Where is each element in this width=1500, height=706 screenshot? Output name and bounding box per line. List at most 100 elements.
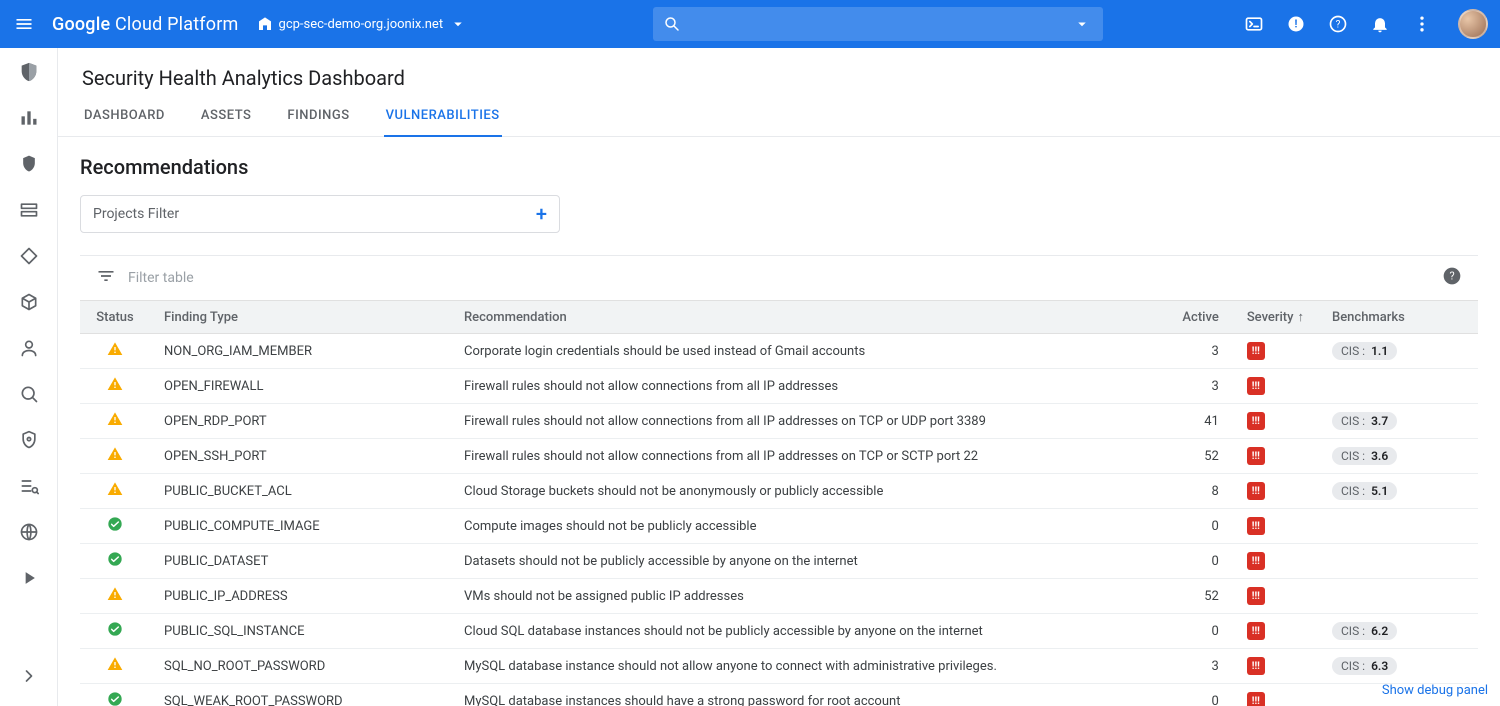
table-row[interactable]: SQL_WEAK_ROOT_PASSWORDMySQL database ins… — [80, 684, 1478, 706]
col-status[interactable]: Status — [80, 301, 150, 334]
help-icon[interactable]: ? — [1442, 266, 1462, 290]
cube-icon[interactable] — [17, 290, 41, 314]
severity-badge: !!! — [1247, 377, 1265, 395]
dashboard-icon[interactable] — [17, 106, 41, 130]
col-active[interactable]: Active — [1153, 301, 1233, 334]
benchmark-cell — [1318, 509, 1478, 544]
severity-badge: !!! — [1247, 482, 1265, 500]
severity-badge: !!! — [1247, 342, 1265, 360]
brand-text: Cloud Platform — [115, 14, 239, 35]
status-cell — [80, 334, 150, 369]
severity-badge: !!! — [1247, 692, 1265, 706]
recommendation-cell: MySQL database instances should have a s… — [450, 684, 1153, 706]
col-recommendation[interactable]: Recommendation — [450, 301, 1153, 334]
status-cell — [80, 439, 150, 474]
benchmark-cell: CIS : 1.1 — [1318, 334, 1478, 369]
finding-type-cell: SQL_NO_ROOT_PASSWORD — [150, 649, 450, 684]
benchmark-cell: CIS : 3.7 — [1318, 404, 1478, 439]
plus-icon[interactable]: + — [536, 202, 547, 226]
help-icon[interactable]: ? — [1326, 12, 1350, 36]
recommendation-cell: Compute images should not be publicly ac… — [450, 509, 1153, 544]
table-row[interactable]: PUBLIC_DATASETDatasets should not be pub… — [80, 544, 1478, 579]
col-benchmarks[interactable]: Benchmarks — [1318, 301, 1478, 334]
search-icon — [663, 15, 681, 33]
shield-icon[interactable] — [17, 60, 41, 84]
finding-type-cell: PUBLIC_IP_ADDRESS — [150, 579, 450, 614]
col-severity[interactable]: Severity↑ — [1233, 301, 1318, 334]
page-title: Security Health Analytics Dashboard — [58, 48, 1500, 96]
table-row[interactable]: PUBLIC_IP_ADDRESSVMs should not be assig… — [80, 579, 1478, 614]
recommendation-cell: VMs should not be assigned public IP add… — [450, 579, 1153, 614]
severity-badge: !!! — [1247, 517, 1265, 535]
severity-badge: !!! — [1247, 657, 1265, 675]
kms-icon[interactable] — [17, 428, 41, 452]
menu-icon[interactable] — [12, 12, 36, 36]
finding-type-cell: SQL_WEAK_ROOT_PASSWORD — [150, 684, 450, 706]
table-filter-bar: Filter table ? — [80, 256, 1478, 300]
finding-type-cell: PUBLIC_SQL_INSTANCE — [150, 614, 450, 649]
play-icon[interactable] — [17, 566, 41, 590]
svg-text:?: ? — [1336, 19, 1341, 30]
user-icon[interactable] — [17, 336, 41, 360]
severity-cell: !!! — [1233, 334, 1318, 369]
alert-icon[interactable]: ! — [1284, 12, 1308, 36]
filter-list-icon[interactable] — [96, 266, 116, 290]
table-row[interactable]: PUBLIC_COMPUTE_IMAGECompute images shoul… — [80, 509, 1478, 544]
tab-findings[interactable]: FINDINGS — [285, 96, 351, 136]
section-title: Recommendations — [80, 155, 1478, 179]
table-row[interactable]: OPEN_FIREWALLFirewall rules should not a… — [80, 369, 1478, 404]
account-avatar[interactable] — [1458, 9, 1488, 39]
project-picker[interactable]: gcp-sec-demo-org.joonix.net — [257, 15, 474, 33]
globe-icon[interactable] — [17, 520, 41, 544]
severity-badge: !!! — [1247, 622, 1265, 640]
col-finding-type[interactable]: Finding Type — [150, 301, 450, 334]
notifications-icon[interactable] — [1368, 12, 1392, 36]
recommendation-cell: Cloud Storage buckets should not be anon… — [450, 474, 1153, 509]
status-cell — [80, 579, 150, 614]
active-count-cell: 41 — [1153, 404, 1233, 439]
scan-icon[interactable] — [17, 382, 41, 406]
projects-filter-label: Projects Filter — [93, 206, 179, 222]
table-filter-input[interactable]: Filter table — [128, 270, 194, 286]
status-cell — [80, 474, 150, 509]
cloud-shell-icon[interactable] — [1242, 12, 1266, 36]
table-row[interactable]: PUBLIC_SQL_INSTANCECloud SQL database in… — [80, 614, 1478, 649]
gcp-top-bar: Google Cloud Platform gcp-sec-demo-org.j… — [0, 0, 1500, 48]
projects-filter[interactable]: Projects Filter + — [80, 195, 560, 233]
debug-panel-link[interactable]: Show debug panel — [1382, 683, 1488, 698]
more-icon[interactable] — [1410, 12, 1434, 36]
finding-type-cell: OPEN_FIREWALL — [150, 369, 450, 404]
search-scope-dropdown[interactable] — [1071, 15, 1093, 33]
recommendation-cell: Firewall rules should not allow connecti… — [450, 439, 1153, 474]
severity-cell: !!! — [1233, 614, 1318, 649]
brand-logo[interactable]: Google Cloud Platform — [52, 14, 239, 35]
tab-vulnerabilities[interactable]: VULNERABILITIES — [384, 96, 502, 137]
finding-type-cell: OPEN_RDP_PORT — [150, 404, 450, 439]
active-count-cell: 3 — [1153, 369, 1233, 404]
status-cell — [80, 614, 150, 649]
benchmark-cell: CIS : 5.1 — [1318, 474, 1478, 509]
storage-icon[interactable] — [17, 198, 41, 222]
table-row[interactable]: NON_ORG_IAM_MEMBERCorporate login creden… — [80, 334, 1478, 369]
table-row[interactable]: PUBLIC_BUCKET_ACLCloud Storage buckets s… — [80, 474, 1478, 509]
benchmark-chip: CIS : 6.3 — [1332, 657, 1397, 675]
table-row[interactable]: OPEN_SSH_PORTFirewall rules should not a… — [80, 439, 1478, 474]
table-row[interactable]: SQL_NO_ROOT_PASSWORDMySQL database insta… — [80, 649, 1478, 684]
finding-type-cell: PUBLIC_BUCKET_ACL — [150, 474, 450, 509]
severity-badge: !!! — [1247, 447, 1265, 465]
svg-text:?: ? — [1449, 269, 1454, 282]
diamond-icon[interactable] — [17, 244, 41, 268]
expand-rail-icon[interactable] — [17, 664, 41, 688]
project-name: gcp-sec-demo-org.joonix.net — [279, 17, 444, 32]
tab-dashboard[interactable]: DASHBOARD — [82, 96, 167, 136]
active-count-cell: 0 — [1153, 544, 1233, 579]
severity-cell: !!! — [1233, 474, 1318, 509]
table-row[interactable]: OPEN_RDP_PORTFirewall rules should not a… — [80, 404, 1478, 439]
tab-assets[interactable]: ASSETS — [199, 96, 254, 136]
finding-type-cell: NON_ORG_IAM_MEMBER — [150, 334, 450, 369]
recommendation-cell: Datasets should not be publicly accessib… — [450, 544, 1153, 579]
search-input[interactable] — [681, 16, 1071, 32]
global-search[interactable] — [653, 7, 1103, 41]
query-icon[interactable] — [17, 474, 41, 498]
policy-icon[interactable] — [17, 152, 41, 176]
